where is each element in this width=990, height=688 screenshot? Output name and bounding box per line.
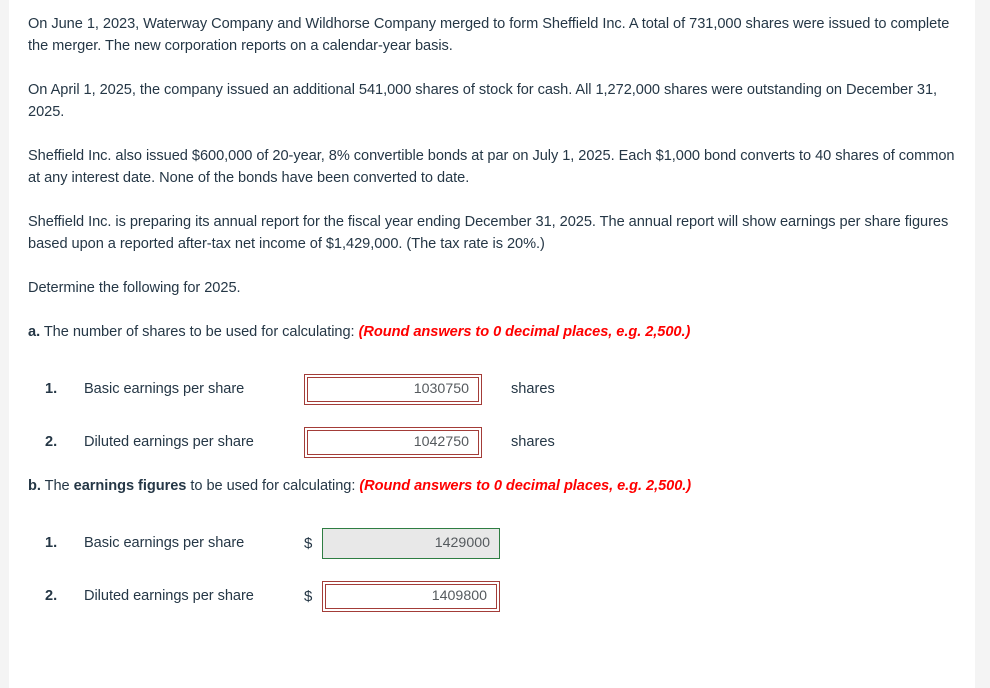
- paragraph-share-issue: On April 1, 2025, the company issued an …: [28, 79, 968, 123]
- answer-input-value: 1030750: [413, 381, 469, 397]
- answer-row-label: Diluted earnings per share: [84, 588, 254, 604]
- answer-row: 1. Basic earnings per share 1030750 shares: [28, 369, 968, 409]
- section-b-heading: b. The earnings figures to be used for c…: [28, 475, 968, 497]
- paragraph-convertible-bonds: Sheffield Inc. also issued $600,000 of 2…: [28, 145, 968, 189]
- answer-input-value: 1042750: [413, 434, 469, 450]
- question-content: On June 1, 2023, Waterway Company and Wi…: [28, 0, 968, 629]
- answer-row-label: Diluted earnings per share: [84, 434, 254, 450]
- currency-symbol: $: [304, 587, 313, 605]
- answer-row: 1. Basic earnings per share $1429000: [28, 523, 968, 563]
- section-a-letter: a.: [28, 324, 41, 340]
- section-a-rounding-note: (Round answers to 0 decimal places, e.g.…: [358, 324, 691, 340]
- answer-input-inner[interactable]: 1030750: [307, 376, 479, 402]
- section-b-rounding-note: (Round answers to 0 decimal places, e.g.…: [359, 478, 692, 494]
- answer-input-inner[interactable]: 1409800: [325, 583, 497, 609]
- section-b-lead-1: The: [40, 478, 74, 494]
- section-a-lead: The number of shares to be used for calc…: [40, 324, 359, 340]
- section-a-answer-rows: 1. Basic earnings per share 1030750 shares 2…: [28, 369, 968, 462]
- section-b-answer-rows: 1. Basic earnings per share $1429000 2. Dilu…: [28, 523, 968, 616]
- answer-unit-label: shares: [511, 381, 555, 397]
- answer-row-number: 1.: [45, 535, 58, 551]
- answer-row: 2. Diluted earnings per share 1042750 share…: [28, 422, 968, 462]
- section-b-letter: b.: [28, 478, 41, 494]
- left-gutter: [0, 0, 9, 688]
- section-b-lead-2: to be used for calculating:: [186, 478, 360, 494]
- answer-input-correct[interactable]: 1429000: [322, 527, 500, 559]
- answer-row-number: 2.: [45, 588, 58, 604]
- answer-input-value: 1409800: [431, 588, 487, 604]
- paragraph-annual-report: Sheffield Inc. is preparing its annual r…: [28, 211, 968, 255]
- answer-unit-label: shares: [511, 434, 555, 450]
- answer-row: 2. Diluted earnings per share $1409800: [28, 576, 968, 616]
- paragraph-text: On June 1, 2023, Waterway Company and Wi…: [28, 16, 950, 54]
- answer-row-label: Basic earnings per share: [84, 535, 245, 551]
- right-gutter-scrollbar-track[interactable]: [975, 0, 990, 688]
- answer-input-incorrect[interactable]: 1409800: [322, 580, 500, 612]
- answer-row-number: 1.: [45, 381, 58, 397]
- answer-input-value: 1429000: [434, 535, 490, 551]
- answer-input-inner[interactable]: 1042750: [307, 429, 479, 455]
- content-sheet: On June 1, 2023, Waterway Company and Wi…: [9, 0, 975, 688]
- paragraph-text: Sheffield Inc. is preparing its annual r…: [28, 214, 949, 252]
- page-root: On June 1, 2023, Waterway Company and Wi…: [0, 0, 990, 688]
- answer-input-incorrect[interactable]: 1042750: [304, 426, 482, 458]
- paragraph-determine-prompt: Determine the following for 2025.: [28, 277, 968, 299]
- answer-input-incorrect[interactable]: 1030750: [304, 373, 482, 405]
- currency-symbol: $: [304, 534, 313, 552]
- section-b-lead-emphasis: earnings figures: [73, 478, 187, 494]
- paragraph-text: Determine the following for 2025.: [28, 280, 241, 296]
- paragraph-text: On April 1, 2025, the company issued an …: [28, 82, 938, 120]
- answer-row-label: Basic earnings per share: [84, 381, 245, 397]
- answer-row-number: 2.: [45, 434, 58, 450]
- paragraph-merger: On June 1, 2023, Waterway Company and Wi…: [28, 0, 968, 57]
- paragraph-text: Sheffield Inc. also issued $600,000 of 2…: [28, 148, 955, 186]
- section-a-heading: a. The number of shares to be used for c…: [28, 321, 968, 343]
